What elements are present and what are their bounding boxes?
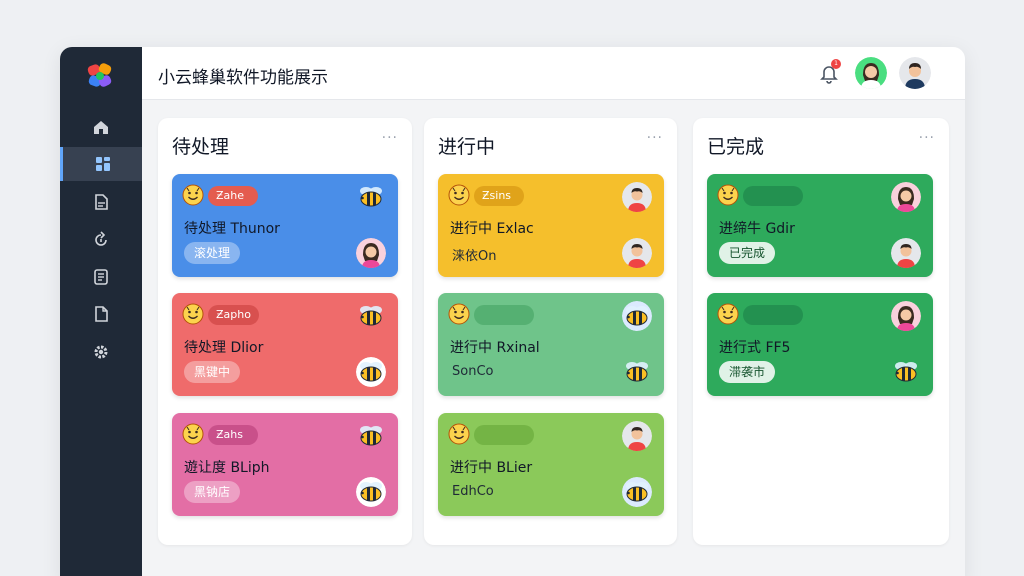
bee-icon [622, 477, 652, 507]
task-card[interactable]: 进行式 FF5 滞袭市 [707, 293, 933, 396]
more-options-icon[interactable]: ··· [919, 130, 935, 146]
card-tag: Ƶapho [208, 305, 259, 325]
status-badge: 滚处理 [184, 242, 241, 264]
more-options-icon[interactable]: ··· [382, 130, 398, 146]
kanban-column: 进行中 ··· Ƶsins 进行中 Exlac 涞依On 进行中 Rxinal SonCo 进… [424, 118, 677, 545]
column-title: 已完成 [707, 136, 765, 158]
card-title: 待处理 Dlior [184, 340, 264, 356]
notification-badge: 1 [831, 59, 841, 69]
task-card[interactable]: Ƶahe 待处理 Thunor 滚处理 [172, 174, 398, 277]
avatar[interactable] [855, 57, 887, 89]
list-icon [94, 269, 108, 285]
assignee-avatar [622, 421, 652, 451]
bee-icon [891, 357, 921, 387]
nav-dashboard[interactable] [60, 147, 142, 181]
card-title: 进行式 FF5 [719, 340, 791, 356]
bee-icon [356, 357, 386, 387]
document-icon [95, 194, 108, 210]
card-tag [474, 305, 534, 325]
card-title: 进行中 Rxinal [450, 340, 540, 356]
smile-icon [448, 184, 470, 206]
card-subtitle: 涞依On [452, 249, 497, 264]
bee-icon [356, 182, 386, 212]
smile-icon [717, 303, 739, 325]
smile-icon [182, 184, 204, 206]
smile-icon [717, 184, 739, 206]
task-card[interactable]: Ƶsins 进行中 Exlac 涞依On [438, 174, 664, 277]
app-logo[interactable] [85, 61, 115, 91]
app-window: 小云蜂巢软件功能展示 1 待处理 ··· Ƶahe 待处理 Thunor 滚处理 Ƶa [60, 47, 965, 576]
bee-icon [356, 477, 386, 507]
woman-avatar-icon [855, 57, 887, 89]
card-subtitle: EdhCo [452, 484, 494, 499]
status-badge: 已完成 [719, 242, 776, 264]
assignee-avatar [622, 182, 652, 212]
assignee-avatar [891, 182, 921, 212]
kanban-column: 已完成 ··· 进缔牛 Gdir 已完成进行式 FF5 滞袭市 [693, 118, 949, 545]
column-title: 待处理 [172, 136, 230, 158]
smile-icon [448, 423, 470, 445]
card-tag [743, 305, 803, 325]
nav-files[interactable] [60, 297, 142, 331]
assignee-avatar [622, 238, 652, 268]
card-title: 进缔牛 Gdir [719, 221, 795, 237]
smile-icon [448, 303, 470, 325]
nav-home[interactable] [60, 110, 142, 144]
sidebar [60, 47, 142, 576]
user-avatar[interactable] [899, 57, 931, 89]
man-avatar-icon [899, 57, 931, 89]
status-badge: 黑键中 [184, 361, 241, 383]
card-subtitle: SonCo [452, 364, 494, 379]
top-bar: 小云蜂巢软件功能展示 1 [142, 47, 965, 100]
bee-icon [356, 421, 386, 451]
dashboard-icon [95, 157, 110, 171]
bee-icon [356, 301, 386, 331]
nav-documents[interactable] [60, 185, 142, 219]
task-card[interactable]: 进缔牛 Gdir 已完成 [707, 174, 933, 277]
card-title: 进行中 Exlac [450, 221, 534, 237]
more-options-icon[interactable]: ··· [647, 130, 663, 146]
card-tag [474, 425, 534, 445]
refresh-icon [95, 231, 107, 246]
file-icon [95, 306, 108, 322]
task-card[interactable]: Ƶahs 遊让度 BLiph 黑钠店 [172, 413, 398, 516]
column-title: 进行中 [438, 136, 496, 158]
card-tag [743, 186, 803, 206]
bee-icon [622, 357, 652, 387]
card-tag: Ƶsins [474, 186, 524, 206]
gear-icon [94, 345, 108, 359]
card-title: 进行中 BLier [450, 460, 533, 476]
smile-icon [182, 303, 204, 325]
assignee-avatar [356, 238, 386, 268]
nav-list[interactable] [60, 260, 142, 294]
nav-sync[interactable] [60, 223, 142, 257]
card-title: 遊让度 BLiph [184, 460, 270, 476]
card-title: 待处理 Thunor [184, 221, 280, 237]
status-badge: 滞袭市 [719, 361, 776, 383]
task-card[interactable]: Ƶapho 待处理 Dlior 黑键中 [172, 293, 398, 396]
nav-settings[interactable] [60, 335, 142, 369]
status-badge: 黑钠店 [184, 481, 241, 503]
card-tag: Ƶahe [208, 186, 258, 206]
bee-icon [622, 301, 652, 331]
card-tag: Ƶahs [208, 425, 258, 445]
assignee-avatar [891, 238, 921, 268]
task-card[interactable]: 进行中 Rxinal SonCo [438, 293, 664, 396]
task-card[interactable]: 进行中 BLier EdhCo [438, 413, 664, 516]
home-icon [94, 121, 108, 134]
smile-icon [182, 423, 204, 445]
page-title: 小云蜂巢软件功能展示 [158, 68, 328, 88]
assignee-avatar [891, 301, 921, 331]
kanban-column: 待处理 ··· Ƶahe 待处理 Thunor 滚处理 Ƶapho 待处理 Dlior 黑键中… [158, 118, 412, 545]
